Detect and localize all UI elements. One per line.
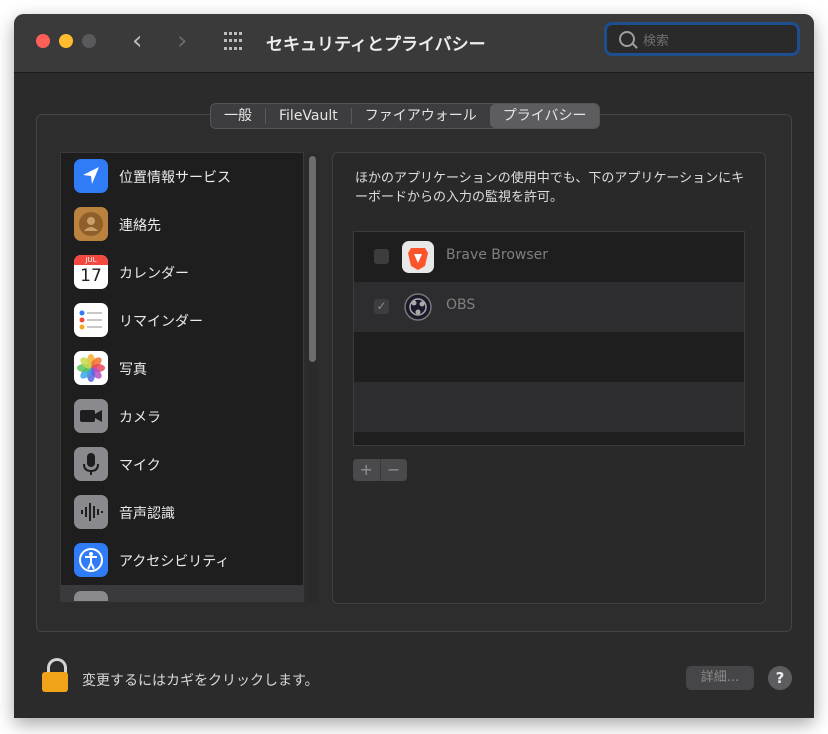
forward-button[interactable]: › (177, 28, 187, 54)
speech-recognition-icon (74, 495, 108, 529)
sidebar-item-photos[interactable]: 写真 (61, 345, 303, 393)
sidebar-item-reminders[interactable]: リマインダー (61, 297, 303, 345)
app-name: Brave Browser (446, 247, 549, 263)
sidebar-item-label: 写真 (119, 362, 147, 378)
preferences-window: ‹ › セキュリティとプライバシー 一般 FileVault ファイアウォール … (14, 14, 814, 718)
reminders-icon (74, 303, 108, 337)
search-icon (619, 31, 635, 47)
app-checkbox[interactable] (374, 249, 389, 264)
sidebar-item-label: 音声認識 (119, 506, 175, 522)
add-app-button[interactable]: + (353, 459, 380, 481)
minimize-button[interactable] (59, 34, 73, 48)
lock-instruction: 変更するにはカギをクリックします。 (82, 673, 319, 689)
accessibility-icon (74, 543, 108, 577)
help-button[interactable]: ? (768, 666, 792, 690)
calendar-icon: JUL 17 (74, 255, 108, 289)
close-button[interactable] (36, 34, 50, 48)
remove-app-button[interactable]: − (379, 459, 408, 481)
tab-filevault[interactable]: FileVault (266, 104, 351, 128)
app-row-brave[interactable]: Brave Browser (354, 232, 744, 282)
zoom-button[interactable] (82, 34, 96, 48)
tab-general[interactable]: 一般 (211, 104, 265, 128)
app-row-obs[interactable]: ✓ OBS (354, 282, 744, 332)
sidebar-item-label: アクセシビリティ (119, 554, 230, 570)
app-permission-list[interactable]: Brave Browser ✓ OBS (353, 231, 745, 446)
sidebar-scrollbar[interactable] (308, 154, 317, 602)
tab-bar: 一般 FileVault ファイアウォール プライバシー (210, 103, 601, 129)
empty-row (354, 332, 744, 382)
brave-icon (402, 241, 434, 273)
window-title: セキュリティとプライバシー (266, 35, 486, 55)
app-name: OBS (446, 297, 476, 313)
add-remove-buttons: + − (353, 459, 407, 481)
location-arrow-icon (74, 159, 108, 193)
permission-detail-pane: ほかのアプリケーションの使用中でも、下のアプリケーションにキーボードからの入力の… (332, 152, 766, 604)
tab-privacy[interactable]: プライバシー (489, 104, 600, 128)
empty-row (354, 382, 744, 432)
calendar-month: JUL (74, 255, 108, 265)
sidebar-item-label: マイク (119, 458, 161, 474)
sidebar-item-speech-recognition[interactable]: 音声認識 (61, 489, 303, 537)
sidebar-item-accessibility[interactable]: アクセシビリティ (61, 537, 303, 585)
sidebar-item-label: 連絡先 (119, 218, 161, 234)
sidebar-item-label: リマインダー (119, 314, 203, 330)
sidebar-item-camera[interactable]: カメラ (61, 393, 303, 441)
lock-icon[interactable] (42, 658, 70, 694)
sidebar-item-label: カレンダー (119, 266, 189, 282)
sidebar-item-input-monitoring[interactable] (61, 585, 303, 601)
app-checkbox[interactable]: ✓ (374, 299, 389, 314)
keyboard-icon (74, 591, 108, 601)
show-all-grid-icon[interactable] (224, 32, 244, 52)
sidebar-item-location-services[interactable]: 位置情報サービス (61, 153, 303, 201)
sidebar-item-calendar[interactable]: JUL 17 カレンダー (61, 249, 303, 297)
microphone-icon (74, 447, 108, 481)
details-button[interactable]: 詳細... (686, 666, 754, 690)
sidebar-item-label: カメラ (119, 410, 161, 426)
search-input[interactable] (641, 29, 795, 53)
permission-description: ほかのアプリケーションの使用中でも、下のアプリケーションにキーボードからの入力の… (355, 171, 745, 205)
tab-firewall[interactable]: ファイアウォール (352, 104, 490, 128)
camera-icon (74, 399, 108, 433)
back-button[interactable]: ‹ (132, 28, 142, 54)
scrollbar-thumb[interactable] (309, 156, 316, 362)
privacy-category-list[interactable]: 位置情報サービス 連絡先 JUL 17 カレンダー リマインダー 写真 カメラ … (60, 152, 304, 602)
calendar-day: 17 (80, 266, 102, 286)
sidebar-item-label: 位置情報サービス (119, 170, 231, 186)
search-box[interactable] (604, 22, 800, 56)
title-bar: ‹ › セキュリティとプライバシー (14, 14, 814, 73)
contacts-icon (74, 207, 108, 241)
photos-icon (74, 351, 108, 385)
sidebar-item-microphone[interactable]: マイク (61, 441, 303, 489)
sidebar-item-contacts[interactable]: 連絡先 (61, 201, 303, 249)
obs-icon (402, 291, 434, 323)
